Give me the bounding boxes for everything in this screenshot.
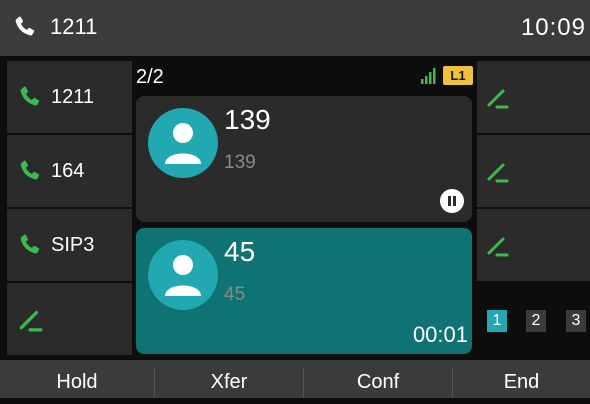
edit-line-icon [487,163,509,183]
call-card-active[interactable]: 45 45 00:01 [136,228,472,354]
transfer-button[interactable]: Xfer [155,360,303,398]
page-2[interactable]: 2 [526,310,546,332]
caller-name: 45 [224,236,256,267]
line-key-164[interactable]: 164 [7,135,132,207]
hold-button[interactable]: Hold [0,360,154,398]
line-key-label: SIP3 [51,234,95,256]
line-key-empty[interactable] [7,283,132,355]
line-key-label: 164 [51,160,85,182]
edit-line-icon [19,310,43,332]
contact-icon [165,123,201,164]
line-badge: L1 [443,66,473,85]
status-bar: 1211 10:09 [0,0,590,56]
clock: 10:09 [520,14,586,41]
pause-icon [440,189,464,213]
caller-number: 45 [224,284,246,305]
line-key-label: 1211 [51,86,95,108]
dsskey-right-3[interactable] [477,209,590,281]
dsskey-right-2[interactable] [477,135,590,207]
call-duration: 00:01 [412,322,468,347]
page-3[interactable]: 3 [566,310,586,332]
call-card-held[interactable]: 139 139 [136,96,472,222]
conference-button[interactable]: Conf [304,360,452,398]
line-key-sip3[interactable]: SIP3 [7,209,132,281]
avatar [148,108,218,178]
signal-icon [421,68,436,84]
dsskey-right-1[interactable] [477,61,590,133]
phone-icon [15,16,35,36]
phone-icon [20,234,40,254]
caller-name: 139 [224,104,271,135]
edit-line-icon [487,237,509,257]
caller-number: 139 [224,152,256,173]
page-1[interactable]: 1 [487,310,507,332]
avatar [148,240,218,310]
contact-icon [165,255,201,296]
end-call-button[interactable]: End [453,360,590,398]
call-count: 2/2 [136,66,164,88]
account-label: 1211 [50,14,98,39]
line-key-1211[interactable]: 1211 [7,61,132,133]
softkey-bar: Hold Xfer Conf End [0,360,590,398]
phone-icon [20,86,40,106]
phone-icon [20,160,40,180]
edit-line-icon [487,89,509,109]
